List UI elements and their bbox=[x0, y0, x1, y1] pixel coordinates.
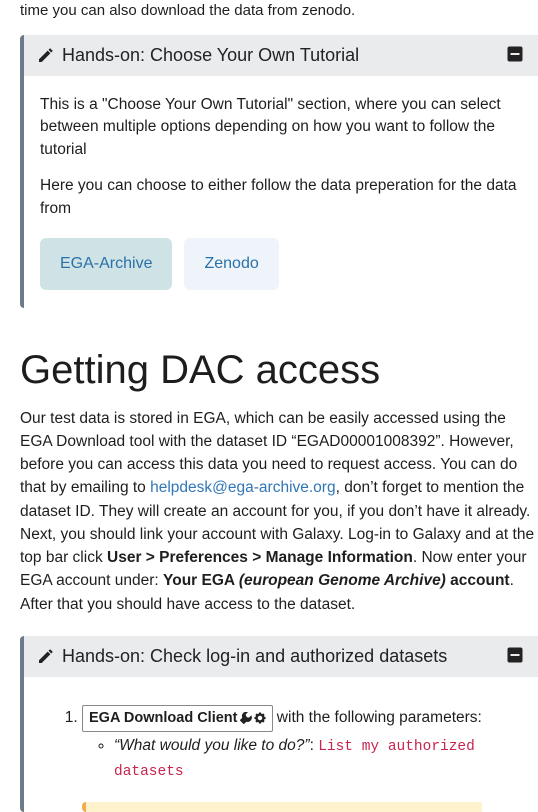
param-sep: : bbox=[310, 737, 319, 754]
tutorial-tabs: EGA-Archive Zenodo bbox=[40, 238, 538, 289]
your-ega-i: (european Genome Archive) bbox=[239, 572, 446, 589]
param-label: “What would you like to do?” bbox=[114, 737, 310, 754]
step-1-params: “What would you like to do?”: List my au… bbox=[82, 734, 538, 784]
warning-box bbox=[82, 802, 482, 812]
hands-on-body: This is a "Choose Your Own Tutorial" sec… bbox=[24, 76, 538, 308]
param-row: “What would you like to do?”: List my au… bbox=[114, 734, 538, 784]
hands-on-title: Hands-on: Choose Your Own Tutorial bbox=[62, 45, 506, 66]
section-heading-dac-access: Getting DAC access bbox=[20, 348, 538, 393]
gear-icon bbox=[254, 712, 266, 724]
dac-access-paragraph: Our test data is stored in EGA, which ca… bbox=[20, 407, 538, 616]
hands-on-box-choose-tutorial: Hands-on: Choose Your Own Tutorial This … bbox=[20, 35, 538, 308]
tab-ega-archive[interactable]: EGA-Archive bbox=[40, 238, 172, 289]
hands-on-header-2: Hands-on: Check log-in and authorized da… bbox=[24, 636, 538, 677]
choose-tutorial-desc-2: Here you can choose to either follow the… bbox=[40, 175, 538, 220]
tab-zenodo[interactable]: Zenodo bbox=[184, 238, 278, 289]
step-1: EGA Download Client with the following p… bbox=[82, 705, 538, 785]
tool-badge-ega-download-client[interactable]: EGA Download Client bbox=[82, 705, 273, 732]
step-1-tail: with the following parameters: bbox=[273, 709, 482, 726]
choose-tutorial-desc-1: This is a "Choose Your Own Tutorial" sec… bbox=[40, 94, 538, 161]
helpdesk-email-link[interactable]: helpdesk@ega-archive.org bbox=[150, 479, 335, 496]
collapse-icon[interactable] bbox=[506, 646, 524, 667]
your-ega-a: Your EGA bbox=[163, 572, 239, 589]
pencil-icon bbox=[38, 646, 54, 667]
hands-on-body-2: EGA Download Client with the following p… bbox=[24, 677, 538, 812]
wrench-icon bbox=[240, 712, 252, 724]
hands-on-box-check-login: Hands-on: Check log-in and authorized da… bbox=[20, 636, 538, 812]
intro-tail-text: time you can also download the data from… bbox=[20, 0, 538, 21]
menu-path-text: User > Preferences > Manage Information bbox=[107, 549, 413, 566]
collapse-icon[interactable] bbox=[506, 45, 524, 66]
your-ega-b: account bbox=[446, 572, 510, 589]
steps-list: EGA Download Client with the following p… bbox=[40, 705, 538, 785]
pencil-icon bbox=[38, 45, 54, 66]
hands-on-title-2: Hands-on: Check log-in and authorized da… bbox=[62, 646, 506, 667]
hands-on-header: Hands-on: Choose Your Own Tutorial bbox=[24, 35, 538, 76]
tool-name: EGA Download Client bbox=[89, 707, 238, 730]
